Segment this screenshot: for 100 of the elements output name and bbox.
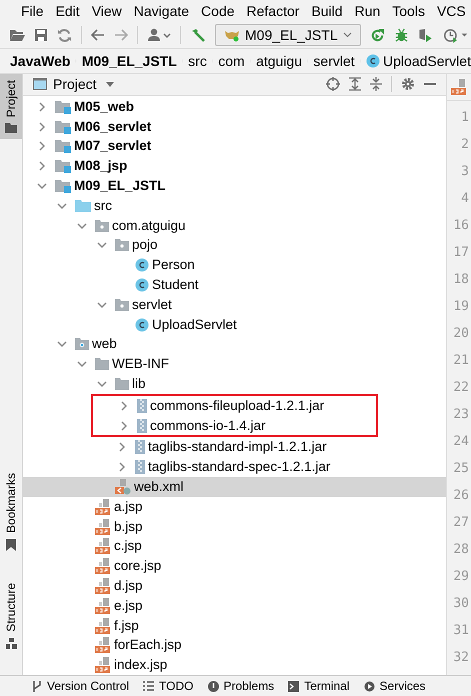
- save-icon[interactable]: [34, 28, 48, 42]
- tree-item[interactable]: M07_servlet: [74, 137, 152, 156]
- selected-row[interactable]: web.xml: [23, 477, 446, 497]
- module-folder-icon: [55, 159, 71, 174]
- tree-item[interactable]: commons-io-1.4.jar: [150, 416, 266, 435]
- user-dropdown-icon[interactable]: [147, 28, 171, 42]
- window-icon: [33, 78, 47, 90]
- hammer-icon[interactable]: [190, 28, 206, 42]
- breadcrumb-item[interactable]: servlet: [313, 53, 355, 69]
- panel-title[interactable]: Project: [53, 76, 97, 92]
- tree-item[interactable]: M05_web: [74, 98, 134, 116]
- tree-item[interactable]: Person: [152, 256, 195, 274]
- chevron-icon[interactable]: [117, 462, 127, 472]
- tool-window-tab[interactable]: Bookmarks: [0, 467, 22, 558]
- chevron-icon[interactable]: [119, 420, 129, 431]
- tree-item[interactable]: web: [92, 335, 117, 354]
- minimize-icon[interactable]: [424, 83, 436, 86]
- tree-item[interactable]: src: [94, 196, 112, 215]
- tool-window-button[interactable]: Services: [364, 679, 426, 693]
- bug-icon[interactable]: [394, 28, 409, 42]
- tool-window-button[interactable]: Problems: [208, 679, 274, 693]
- chevron-icon[interactable]: [37, 122, 47, 132]
- tree-item[interactable]: WEB-INF: [112, 355, 169, 374]
- jar-icon: [135, 440, 145, 454]
- tree-item[interactable]: Student: [152, 276, 199, 294]
- source-folder-icon: [75, 200, 91, 212]
- chevron-icon[interactable]: [57, 200, 67, 211]
- open-folder-icon[interactable]: [9, 28, 25, 42]
- tool-window-button[interactable]: Version Control: [32, 679, 130, 693]
- chevron-icon[interactable]: [37, 141, 47, 152]
- chevron-icon[interactable]: [37, 102, 47, 112]
- caret-icon[interactable]: [106, 82, 114, 87]
- tree-item[interactable]: index.jsp: [114, 656, 168, 674]
- breadcrumb-item[interactable]: src: [188, 53, 207, 69]
- tree-item[interactable]: a.jsp: [114, 498, 143, 516]
- tree-item[interactable]: forEach.jsp: [114, 636, 182, 654]
- breadcrumb-item[interactable]: UploadServlet: [366, 53, 471, 69]
- tree-item[interactable]: M08_jsp: [74, 157, 128, 176]
- run-configuration-dropdown[interactable]: M09_EL_JSTL: [215, 24, 361, 46]
- tree-item[interactable]: pojo: [132, 236, 158, 254]
- expand-all-icon[interactable]: [349, 77, 361, 92]
- chevron-icon[interactable]: [37, 161, 47, 172]
- menu-item[interactable]: View: [92, 3, 122, 19]
- tree-item[interactable]: M09_EL_JSTL: [74, 176, 166, 195]
- collapse-all-icon[interactable]: [370, 77, 382, 92]
- tree-item[interactable]: d.jsp: [114, 576, 143, 595]
- settings-icon[interactable]: [401, 77, 415, 92]
- tree-item[interactable]: servlet: [132, 296, 172, 314]
- breadcrumb-item[interactable]: M09_EL_JSTL: [82, 53, 177, 69]
- chevron-icon[interactable]: [119, 400, 129, 411]
- tree-item[interactable]: com.atguigu: [112, 216, 186, 235]
- chevron-icon[interactable]: [97, 378, 107, 389]
- line-number: 21: [453, 352, 469, 370]
- clock-dropdown-icon[interactable]: [442, 28, 469, 42]
- chevron-down-icon: [342, 32, 352, 38]
- menu-item[interactable]: Code: [201, 3, 235, 19]
- chevron-icon[interactable]: [77, 359, 87, 370]
- rerun-icon[interactable]: [370, 28, 385, 42]
- tree-item[interactable]: core.jsp: [114, 557, 162, 576]
- chevron-icon[interactable]: [97, 300, 107, 310]
- breadcrumb-item[interactable]: JavaWeb: [10, 53, 70, 69]
- tree-item[interactable]: lib: [132, 374, 146, 393]
- chevron-icon[interactable]: [77, 220, 87, 231]
- breadcrumb-item[interactable]: com: [218, 53, 245, 69]
- folder-icon: [115, 378, 129, 390]
- package-icon: [115, 298, 129, 311]
- tree-item[interactable]: web.xml: [134, 478, 184, 496]
- jsp-file-icon[interactable]: [451, 79, 467, 95]
- sync-icon[interactable]: [57, 28, 72, 42]
- tree-item[interactable]: b.jsp: [114, 518, 143, 536]
- tree-item[interactable]: f.jsp: [114, 616, 139, 634]
- module-folder-icon: [55, 120, 71, 134]
- menu-item[interactable]: File: [21, 3, 44, 19]
- tool-window-button[interactable]: Terminal: [288, 679, 350, 693]
- menu-item[interactable]: Navigate: [134, 3, 190, 19]
- forward-arrow-icon[interactable]: [114, 29, 128, 41]
- chevron-icon[interactable]: [37, 180, 47, 191]
- menu-item[interactable]: Edit: [56, 3, 80, 19]
- tool-window-tab[interactable]: Structure: [0, 577, 22, 655]
- tree-item[interactable]: e.jsp: [114, 596, 143, 615]
- chevron-icon[interactable]: [117, 442, 127, 452]
- breadcrumb-item[interactable]: atguigu: [256, 53, 302, 69]
- crosshair-icon[interactable]: [326, 77, 340, 92]
- branch-icon: [32, 680, 42, 692]
- menu-item[interactable]: Build: [311, 3, 343, 19]
- chevron-icon[interactable]: [97, 240, 107, 250]
- menu-item[interactable]: VCS: [436, 3, 466, 19]
- tree-item[interactable]: commons-fileupload-1.2.1.jar: [150, 396, 324, 415]
- tree-item[interactable]: UploadServlet: [152, 316, 237, 334]
- chevron-icon[interactable]: [57, 339, 67, 350]
- tree-item[interactable]: M06_servlet: [74, 118, 152, 136]
- menu-item[interactable]: Run: [354, 3, 380, 19]
- tree-item[interactable]: taglibs-standard-spec-1.2.1.jar: [148, 458, 330, 476]
- tree-item[interactable]: c.jsp: [114, 537, 142, 556]
- menu-item[interactable]: Tools: [392, 3, 425, 19]
- back-arrow-icon[interactable]: [91, 29, 105, 41]
- tree-item[interactable]: taglibs-standard-impl-1.2.1.jar: [148, 438, 327, 456]
- tool-window-button[interactable]: TODO: [143, 679, 194, 693]
- tool-window-tab[interactable]: Project: [0, 74, 22, 140]
- menu-item[interactable]: Refactor: [246, 3, 300, 19]
